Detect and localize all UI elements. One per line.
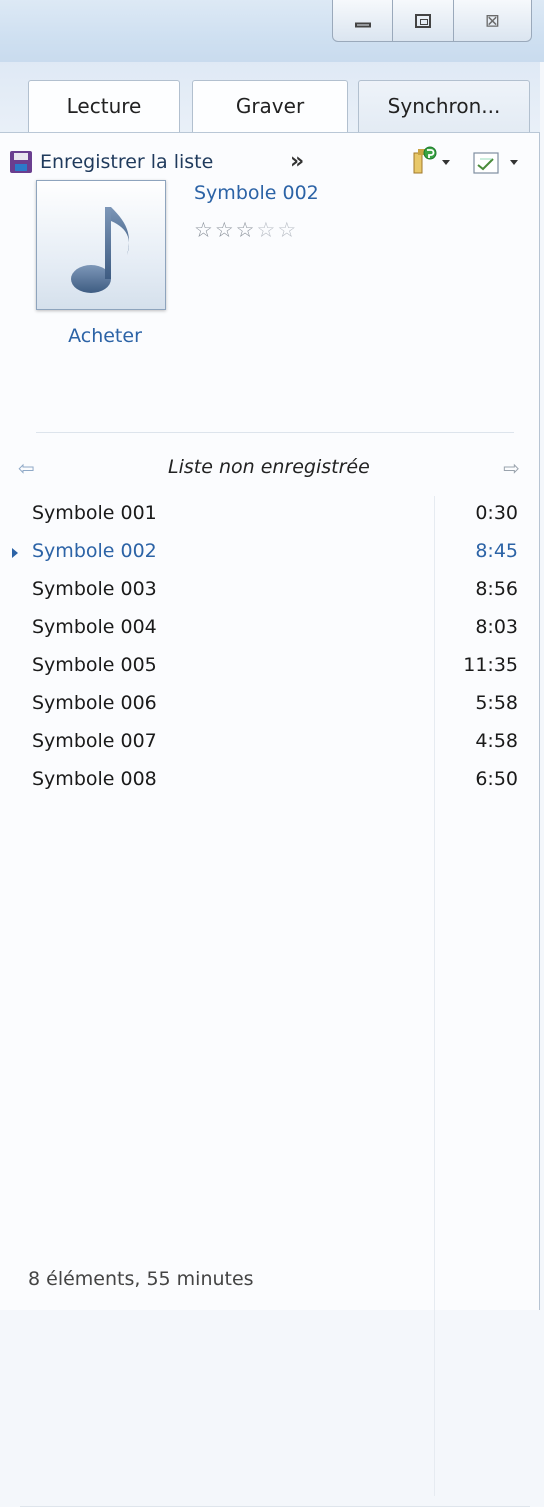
forward-arrow-icon[interactable]: ⇨ [503, 456, 520, 480]
track-name: Symbole 006 [32, 692, 157, 714]
playlist-row[interactable]: Symbole 007 4:58 [0, 724, 540, 762]
star-icon[interactable]: ☆ [256, 220, 275, 241]
track-name: Symbole 001 [32, 502, 157, 524]
track-name: Symbole 005 [32, 654, 157, 676]
close-icon: ⊠ [484, 10, 500, 31]
playlist-row[interactable]: Symbole 001 0:30 [0, 496, 540, 534]
back-arrow-icon[interactable]: ⇦ [18, 456, 35, 480]
playlist-row[interactable]: Symbole 008 6:50 [0, 762, 540, 800]
floppy-disk-icon [10, 151, 32, 173]
list-options-button[interactable] [470, 145, 530, 181]
divider [36, 432, 514, 433]
track-name: Symbole 002 [32, 540, 157, 562]
track-duration: 0:30 [475, 502, 518, 524]
maximize-icon [415, 13, 432, 28]
track-duration: 8:03 [475, 616, 518, 638]
track-duration: 4:58 [475, 730, 518, 752]
playlist-name[interactable]: Liste non enregistrée [168, 456, 370, 478]
buy-link[interactable]: Acheter [20, 325, 190, 347]
track-name: Symbole 003 [32, 578, 157, 600]
maximize-button[interactable] [393, 0, 454, 41]
playlist-row[interactable]: Symbole 003 8:56 [0, 572, 540, 610]
music-note-icon [71, 207, 130, 293]
track-name: Symbole 008 [32, 768, 157, 790]
window-controls: ⊠ [332, 0, 532, 42]
now-playing-marker-icon [12, 548, 18, 558]
tab-lecture[interactable]: Lecture [28, 80, 180, 132]
star-icon[interactable]: ☆ [194, 220, 213, 241]
rating-stars[interactable]: ☆ ☆ ☆ ☆ ☆ [194, 220, 296, 241]
track-duration: 11:35 [463, 654, 518, 676]
track-name: Symbole 007 [32, 730, 157, 752]
track-name: Symbole 004 [32, 616, 157, 638]
more-commands-button[interactable]: » [290, 149, 304, 174]
star-icon[interactable]: ☆ [215, 220, 234, 241]
save-list-label: Enregistrer la liste [40, 151, 214, 173]
tab-synchroniser[interactable]: Synchron... [358, 80, 530, 132]
minimize-button[interactable] [333, 0, 394, 41]
list-options-icon [473, 152, 518, 174]
playlist-summary: 8 éléments, 55 minutes [28, 1268, 254, 1290]
track-duration: 8:45 [475, 540, 518, 562]
playlist-options-icon [413, 146, 450, 174]
now-playing-title[interactable]: Symbole 002 [194, 182, 319, 204]
playlist-row[interactable]: Symbole 004 8:03 [0, 610, 540, 648]
tab-graver[interactable]: Graver [192, 80, 348, 132]
playlist-row[interactable]: Symbole 002 8:45 [0, 534, 540, 572]
album-art[interactable] [36, 180, 166, 310]
playlist-options-button[interactable] [408, 145, 456, 181]
minimize-icon [354, 22, 371, 27]
track-duration: 6:50 [475, 768, 518, 790]
playlist-row[interactable]: Symbole 005 11:35 [0, 648, 540, 686]
star-icon[interactable]: ☆ [277, 220, 296, 241]
title-bar[interactable]: ⊠ [0, 0, 544, 62]
track-duration: 8:56 [475, 578, 518, 600]
playlist-row[interactable]: Symbole 006 5:58 [0, 686, 540, 724]
list-navigation: ⇦ Liste non enregistrée ⇨ [0, 456, 540, 486]
track-duration: 5:58 [475, 692, 518, 714]
save-list-button[interactable]: Enregistrer la liste [10, 151, 213, 173]
tab-bar: Lecture Graver Synchron... [0, 62, 540, 133]
star-icon[interactable]: ☆ [236, 220, 255, 241]
close-button[interactable]: ⊠ [454, 0, 531, 41]
